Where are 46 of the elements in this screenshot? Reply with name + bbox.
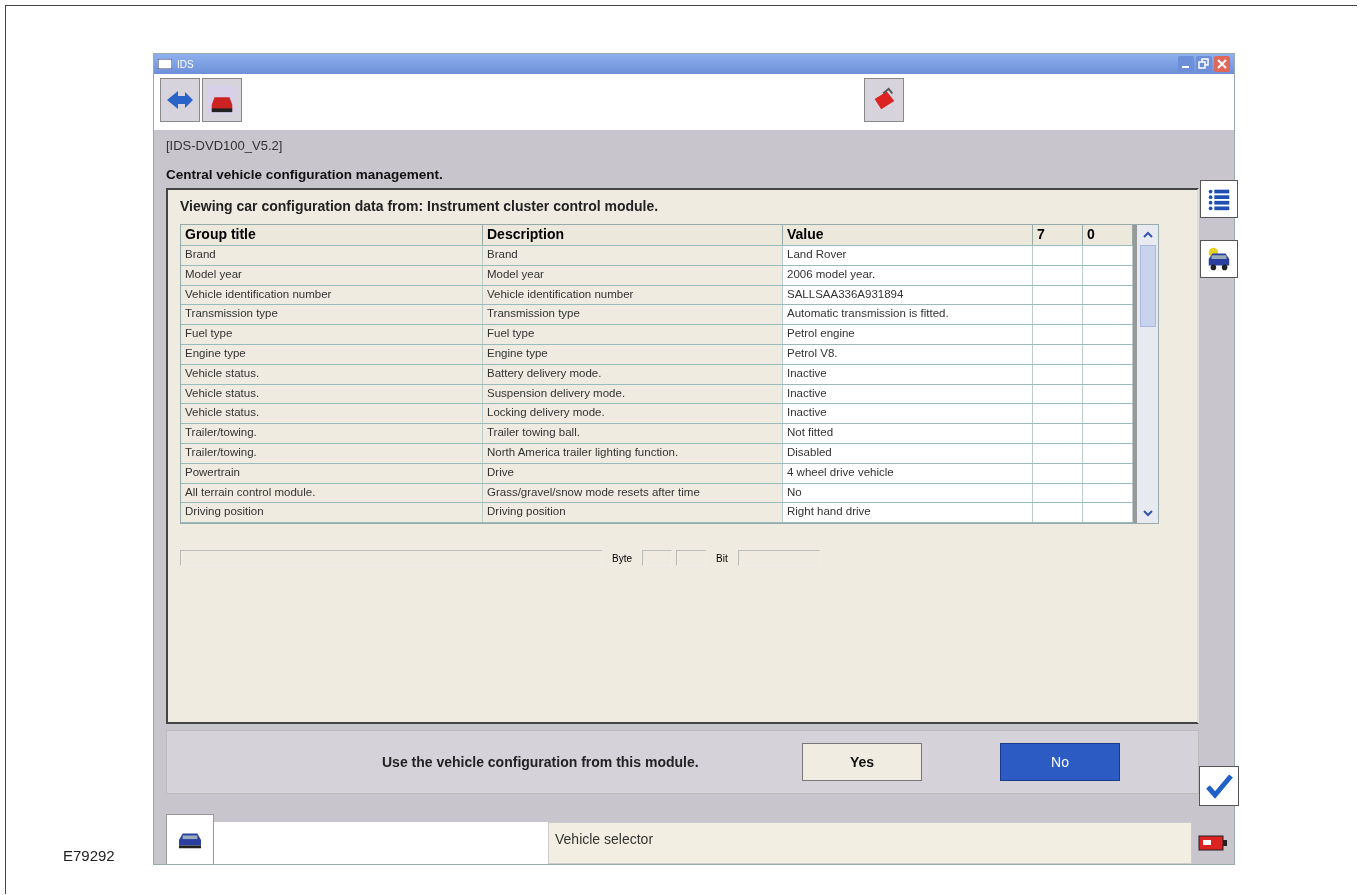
- table-cell: [1083, 424, 1133, 443]
- scrollbar[interactable]: [1133, 225, 1158, 524]
- minimize-icon[interactable]: [1178, 56, 1194, 72]
- vehicle-tab[interactable]: [166, 814, 214, 864]
- table-cell: [1083, 325, 1133, 344]
- byte-field: [676, 550, 706, 567]
- bit-label: Bit: [716, 552, 728, 564]
- no-button[interactable]: No: [1000, 743, 1120, 781]
- table-cell: [1083, 305, 1133, 325]
- battery-icon: [1198, 833, 1228, 853]
- close-icon[interactable]: [1214, 56, 1230, 72]
- table-cell: [1083, 246, 1133, 265]
- table-cell: [1033, 305, 1083, 325]
- panel-title: Viewing car configuration data from: Instrument cluster control module.: [180, 198, 660, 214]
- table-cell: [1033, 325, 1083, 344]
- table-cell: Right hand drive: [783, 503, 1033, 523]
- table-cell: [1033, 424, 1083, 443]
- car-icon: [208, 86, 236, 114]
- prompt-text: Use the vehicle configuration from this module.: [382, 754, 700, 770]
- arrow-icon: [165, 88, 195, 112]
- confirm-button[interactable]: [1199, 766, 1239, 806]
- status-text: Vehicle selector: [548, 822, 1192, 864]
- table-cell: Automatic transmission is fitted.: [783, 305, 1033, 325]
- restore-icon[interactable]: [1196, 56, 1212, 72]
- figure-label: E79292: [63, 847, 115, 864]
- yes-button[interactable]: Yes: [802, 743, 922, 781]
- table-cell: Inactive: [783, 404, 1033, 424]
- table-cell: [1083, 503, 1133, 523]
- vehicle-button[interactable]: [1200, 240, 1238, 278]
- byte-label: Byte: [612, 552, 632, 564]
- table-cell: [1033, 404, 1083, 424]
- table-cell: Land Rover: [783, 246, 1033, 265]
- list-button[interactable]: [1200, 180, 1238, 218]
- scroll-thumb[interactable]: [1139, 245, 1156, 327]
- table-cell: [1033, 246, 1083, 265]
- back-button[interactable]: [160, 78, 200, 122]
- table-cell: [1033, 503, 1083, 523]
- table-cell: [1083, 404, 1133, 424]
- table-cell: Petrol engine: [783, 325, 1033, 344]
- window-title: IDS: [177, 58, 194, 70]
- table-cell: Not fitted: [783, 424, 1033, 443]
- version-label: [IDS-DVD100_V5.2]: [166, 138, 284, 153]
- vehicle-tab-button[interactable]: [202, 78, 242, 122]
- window-icon: [158, 59, 172, 69]
- page-heading: Central vehicle configuration management.: [166, 167, 444, 182]
- byte-field: [642, 550, 672, 567]
